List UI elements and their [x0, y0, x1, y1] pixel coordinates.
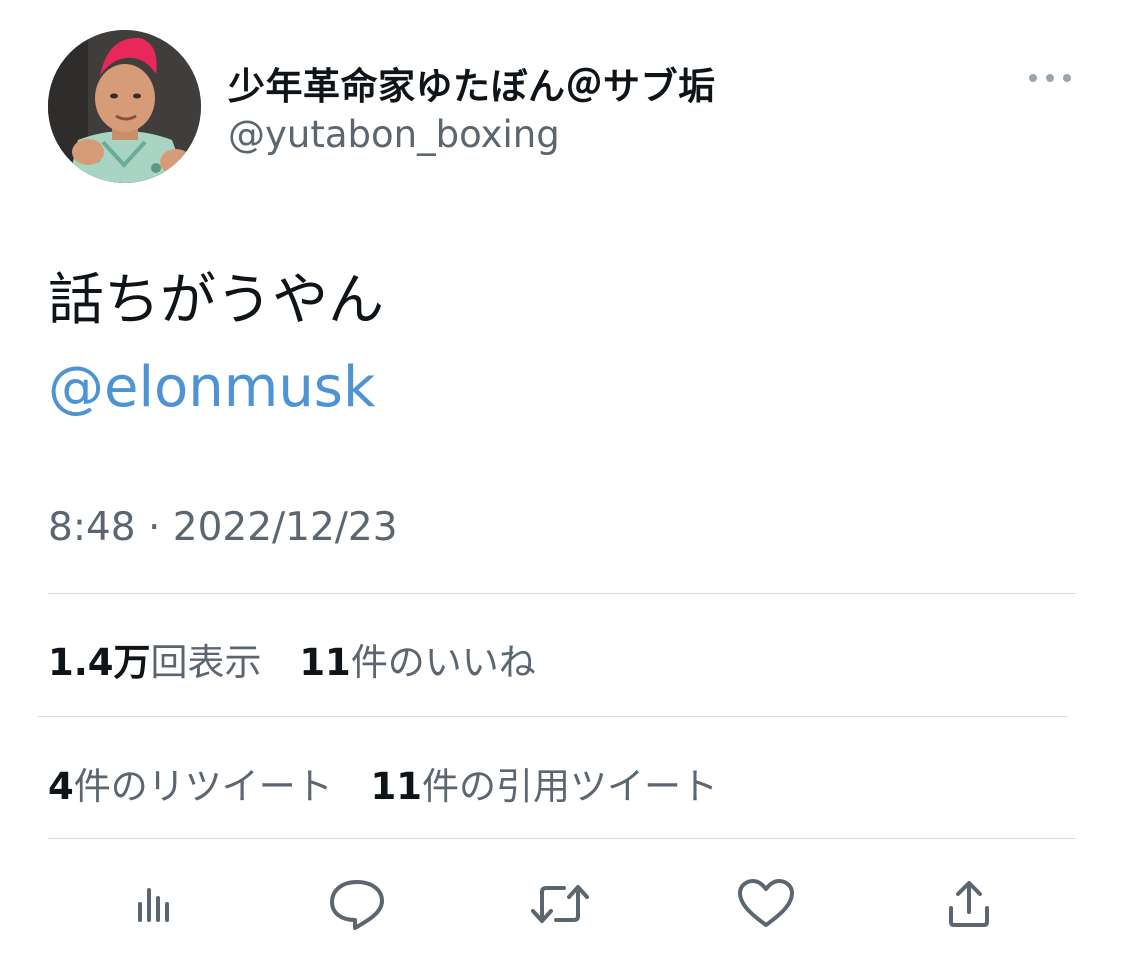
- views-stat[interactable]: 1.4万回表示: [48, 641, 262, 684]
- retweets-label: 件のリツイート: [73, 765, 333, 808]
- retweets-count: 4: [48, 765, 74, 808]
- likes-stat[interactable]: 11件のいいね: [299, 641, 536, 684]
- retweet-button[interactable]: [528, 872, 592, 936]
- quotes-label: 件の引用ツイート: [422, 765, 719, 808]
- retweets-stat[interactable]: 4件のリツイート: [48, 765, 333, 808]
- quotes-count: 11: [370, 765, 423, 808]
- divider: [38, 716, 1068, 717]
- analytics-button[interactable]: [122, 872, 186, 936]
- divider: [48, 838, 1076, 839]
- author-display-name[interactable]: 少年革命家ゆたぼん＠サブ垢: [228, 56, 716, 110]
- share-icon: [949, 881, 989, 927]
- more-options-icon: [1029, 74, 1071, 82]
- divider: [48, 593, 1076, 594]
- like-icon: [738, 879, 794, 927]
- tweet-action-bar: [100, 872, 1024, 936]
- stats-row-retweets-quotes: 4件のリツイート 11件の引用ツイート: [48, 756, 744, 810]
- quotes-stat[interactable]: 11件の引用ツイート: [371, 765, 719, 808]
- avatar[interactable]: [48, 30, 201, 183]
- tweet-timestamp[interactable]: 8:48 · 2022/12/23: [48, 505, 398, 550]
- stats-row-views-likes: 1.4万回表示 11件のいいね: [48, 632, 562, 686]
- more-options-button[interactable]: [1024, 62, 1076, 94]
- avatar-image: [48, 30, 201, 183]
- reply-button[interactable]: [325, 872, 389, 936]
- reply-icon: [330, 880, 384, 930]
- analytics-icon: [138, 888, 169, 922]
- retweet-icon: [531, 885, 589, 923]
- mention-link[interactable]: @elonmusk: [48, 355, 375, 420]
- likes-label: 件のいいね: [350, 641, 536, 684]
- share-button[interactable]: [937, 872, 1001, 936]
- tweet-text: 話ちがうやん: [48, 268, 384, 333]
- like-button[interactable]: [734, 872, 798, 936]
- author-handle[interactable]: @yutabon_boxing: [228, 113, 560, 156]
- views-label: 回表示: [150, 641, 262, 684]
- likes-count: 11: [299, 641, 351, 684]
- views-count: 1.4万: [48, 641, 151, 684]
